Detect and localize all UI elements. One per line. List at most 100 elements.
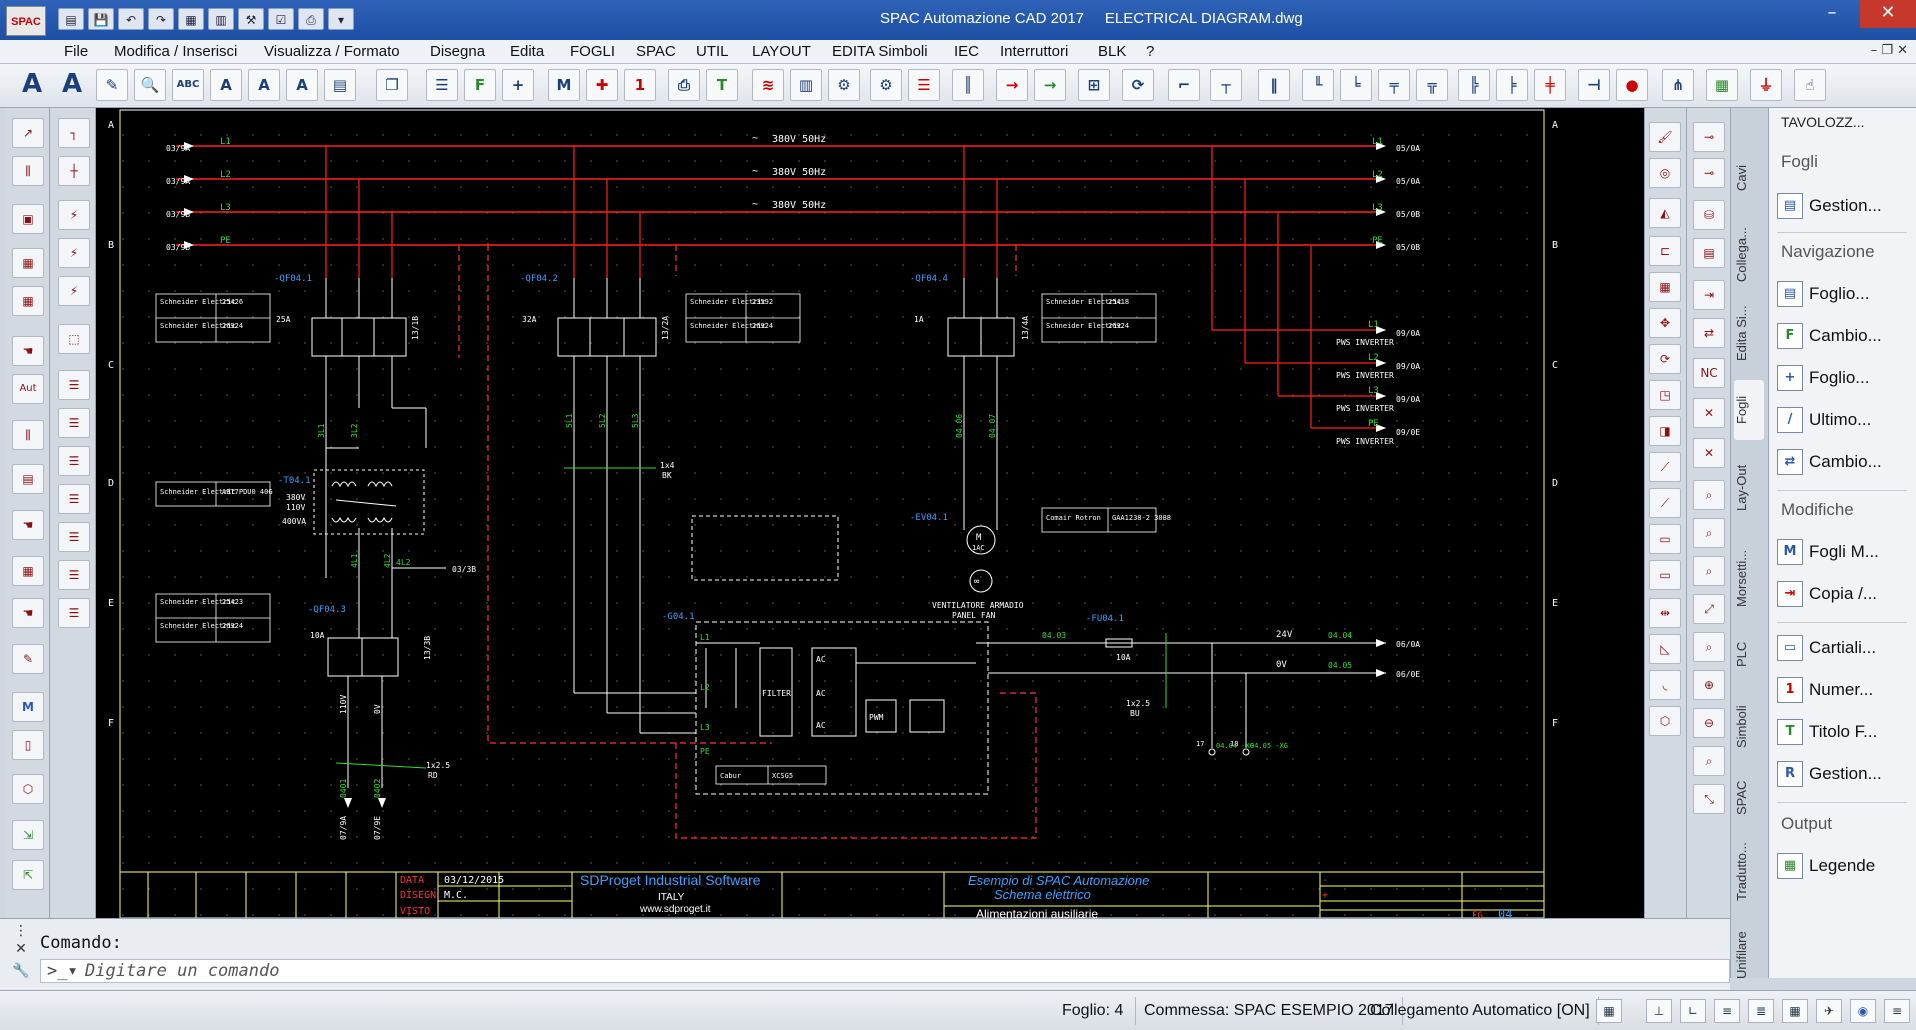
undo-icon[interactable]: ↶ — [118, 8, 144, 30]
page-icon[interactable]: ▯ — [12, 730, 44, 760]
close-command-icon[interactable]: ✕ — [10, 941, 32, 961]
copy-sheet-icon[interactable]: ❐ — [376, 69, 408, 101]
extend-icon[interactable]: ⟋ — [1649, 488, 1681, 518]
zoom-window-icon[interactable]: ⌕ — [1693, 480, 1725, 510]
macro-icon[interactable]: M — [548, 69, 580, 101]
close-button[interactable]: ✕ — [1860, 0, 1916, 28]
refresh-icon[interactable]: ⟳ — [1122, 69, 1154, 101]
attribute-icon[interactable]: ▤ — [324, 69, 356, 101]
multiwire5-icon[interactable]: ╠ — [1458, 69, 1490, 101]
stretch-icon[interactable]: ◨ — [1649, 416, 1681, 446]
spellcheck-icon[interactable]: ABC — [172, 69, 204, 101]
multiwire4-icon[interactable]: ╦ — [1416, 69, 1448, 101]
drawing-canvas[interactable]: AABBCCDDEEFF 03/9A 03/9A 03/9B 03/9B 05/… — [96, 108, 1644, 918]
switch-icon[interactable]: ⊸ — [1693, 122, 1725, 152]
contacts-icon[interactable]: ⫼ — [12, 156, 44, 186]
palette-item-foglio-2[interactable]: + Foglio... — [1769, 362, 1915, 396]
customize-qat-icon[interactable]: ▾ — [328, 8, 354, 30]
ladder-icon[interactable]: ⫼ — [12, 420, 44, 450]
arrow-red-icon[interactable]: → — [996, 69, 1028, 101]
zoom-extents-icon[interactable]: ⤢ — [1693, 594, 1725, 624]
connect-icon[interactable]: ⊞ — [1078, 69, 1110, 101]
zoom-all-icon[interactable]: ⌕ — [1693, 632, 1725, 662]
multiwire7-icon[interactable]: ╪ — [1534, 69, 1566, 101]
wire-node-icon[interactable]: ┼ — [58, 156, 90, 186]
auto-icon[interactable]: Aut — [12, 374, 44, 404]
settings-gear-icon[interactable]: ⚙ — [828, 69, 860, 101]
menu-layout[interactable]: LAYOUT — [752, 43, 811, 60]
grid-table-icon[interactable]: ▦ — [1706, 69, 1738, 101]
arrow-select-icon[interactable]: ↗ — [12, 118, 44, 148]
grid-icon[interactable]: ▦ — [12, 556, 44, 586]
tab-simboli[interactable]: Simboli — [1734, 692, 1764, 762]
device-icon[interactable]: ▣ — [12, 204, 44, 234]
print-icon[interactable]: ⎙ — [298, 8, 324, 30]
offset-icon[interactable]: ⊏ — [1649, 236, 1681, 266]
palette-item-cartiglio[interactable]: ▭ Cartiali... — [1769, 632, 1915, 666]
insert-symbol-icon[interactable]: ✚ — [586, 69, 618, 101]
polar-icon[interactable]: ≡ — [1714, 999, 1740, 1023]
ortho-icon[interactable]: ∟ — [1680, 999, 1706, 1023]
sheet-list-icon[interactable]: ☰ — [426, 69, 458, 101]
tab-morsetti[interactable]: Morsetti... — [1734, 538, 1764, 618]
palette-item-gestione-r[interactable]: R Gestion... — [1769, 758, 1915, 792]
palette-item-ultimo[interactable]: / Ultimo... — [1769, 404, 1915, 438]
ground-icon[interactable]: ⏚ — [1750, 69, 1782, 101]
touch2-icon[interactable]: ☚ — [12, 598, 44, 628]
delete-component-icon[interactable]: ✕ — [1693, 398, 1725, 428]
mirror-icon[interactable]: ◭ — [1649, 198, 1681, 228]
pan-icon[interactable]: ⤡ — [1693, 784, 1725, 814]
chamfer-icon[interactable]: ◺ — [1649, 634, 1681, 664]
hand-icon[interactable]: ☚ — [12, 336, 44, 366]
menu-file[interactable]: File — [64, 43, 88, 60]
terminal-strip3-icon[interactable]: ☰ — [58, 446, 90, 476]
tab-spac[interactable]: SPAC — [1734, 768, 1764, 828]
palette-item-copia[interactable]: ⇥ Copia /... — [1769, 578, 1915, 612]
menu-edita-simboli[interactable]: EDITA Simboli — [832, 43, 928, 60]
text-icon[interactable]: A — [16, 69, 48, 101]
save-icon[interactable]: 💾 — [88, 8, 114, 30]
break-point-icon[interactable]: ▭ — [1649, 560, 1681, 590]
status-autolink[interactable]: Collegamento Automatico [ON] — [1362, 997, 1599, 1025]
text-frame-icon[interactable]: A — [286, 69, 318, 101]
tools-icon[interactable]: ⚒ — [238, 8, 264, 30]
join-icon[interactable]: ⇹ — [1649, 598, 1681, 628]
break-icon[interactable]: ▭ — [1649, 524, 1681, 554]
switch2-icon[interactable]: ⊸ — [1693, 158, 1725, 188]
palette-item-titolo[interactable]: T Titolo F... — [1769, 716, 1915, 750]
lightning2-icon[interactable]: ⚡ — [58, 238, 90, 268]
macro-m-icon[interactable]: M — [12, 692, 44, 722]
text-edit-icon[interactable]: A — [210, 69, 242, 101]
palette-item-foglio-1[interactable]: ▤ Foglio... — [1769, 278, 1915, 312]
tab-layout[interactable]: Lay-Out — [1734, 448, 1764, 528]
zoom-object-icon[interactable]: ⌕ — [1693, 746, 1725, 776]
menu-fogli[interactable]: FOGLI — [570, 43, 615, 60]
spreadsheet-icon[interactable]: ▦ — [178, 8, 204, 30]
multiline-text-icon[interactable]: A — [56, 69, 88, 101]
redo-icon[interactable]: ↷ — [148, 8, 174, 30]
circles-icon[interactable]: ◎ — [1649, 158, 1681, 188]
wrench-icon[interactable]: 🔧 — [10, 963, 32, 983]
menu-edita[interactable]: Edita — [510, 43, 544, 60]
terminal-strip7-icon[interactable]: ☰ — [58, 598, 90, 628]
find-text-icon[interactable]: 🔍 — [134, 69, 166, 101]
menu-help[interactable]: ? — [1146, 43, 1154, 60]
minimize-button[interactable]: – — [1812, 0, 1852, 28]
wire-tee-icon[interactable]: ┬ — [1210, 69, 1242, 101]
list-icon[interactable]: ☰ — [908, 69, 940, 101]
checklist-icon[interactable]: ☑ — [268, 8, 294, 30]
menu-visualizza[interactable]: Visualizza / Formato — [264, 43, 400, 60]
arrow-green-icon[interactable]: → — [1034, 69, 1066, 101]
zoom-prev-icon[interactable]: ⌕ — [1693, 556, 1725, 586]
terminal-strip4-icon[interactable]: ☰ — [58, 484, 90, 514]
lineweight-icon[interactable]: ▦ — [1782, 999, 1808, 1023]
config-icon[interactable]: ⚙ — [870, 69, 902, 101]
palette-item-numerazione[interactable]: 1 Numer... — [1769, 674, 1915, 708]
sheet-add-icon[interactable]: + — [502, 69, 534, 101]
explode-icon[interactable]: ⬡ — [1649, 706, 1681, 736]
menu-interruttori[interactable]: Interruttori — [1000, 43, 1068, 60]
tab-plc[interactable]: PLC — [1734, 624, 1764, 684]
menu-util[interactable]: UTIL — [696, 43, 729, 60]
snap-icon[interactable]: ⊥ — [1646, 999, 1672, 1023]
sheet-icon[interactable]: ▤ — [12, 464, 44, 494]
